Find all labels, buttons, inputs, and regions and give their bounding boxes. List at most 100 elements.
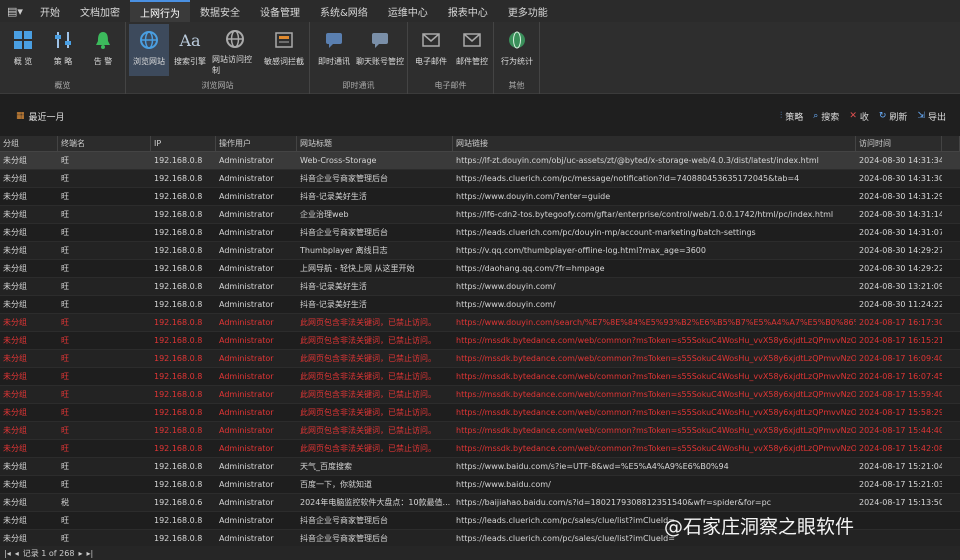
website-access-control-label: 网站访问控制: [212, 55, 252, 75]
table-row[interactable]: 未分组 旺 192.168.0.8 Administrator 此网页包含非法关键词，已…: [0, 350, 960, 368]
email-button[interactable]: 电子邮件: [411, 24, 451, 76]
behavior-stats-button[interactable]: 行为统计: [497, 24, 537, 76]
table-row[interactable]: 未分组 旺 192.168.0.8 Administrator Thumbplayer …: [0, 242, 960, 260]
cell-group: 未分组: [3, 210, 27, 219]
table-row[interactable]: 未分组 旺 192.168.0.8 Administrator 此网页包含非法关键词，已…: [0, 422, 960, 440]
next-page-button[interactable]: ▸: [78, 549, 82, 558]
table-row[interactable]: 未分组 旺 192.168.0.8 Administrator 此网页包含非法关键词，已…: [0, 314, 960, 332]
cell-group: 未分组: [3, 246, 27, 255]
search-icon: ⌕: [813, 111, 819, 121]
column-header[interactable]: 操作用户: [216, 136, 297, 151]
cell-group: 未分组: [3, 516, 27, 525]
group-label-other: 其他: [508, 81, 525, 90]
sensitive-word-button[interactable]: 敏感词拦截: [262, 24, 306, 76]
alert-button[interactable]: 告 警: [83, 24, 123, 76]
column-header[interactable]: 网站链接: [453, 136, 856, 151]
table-row[interactable]: 未分组 旺 192.168.0.8 Administrator 抖音企业号商家管理后台 h…: [0, 170, 960, 188]
cell-group: 未分组: [3, 228, 27, 237]
first-page-button[interactable]: |◂: [4, 549, 11, 558]
cell-title: 抖音企业号商家管理后台: [300, 516, 388, 525]
table-row[interactable]: 未分组 旺 192.168.0.8 Administrator 抖音企业号商家管理后台 h…: [0, 224, 960, 242]
menu-item[interactable]: 报表中心: [438, 0, 498, 22]
table-row[interactable]: 未分组 旺 192.168.0.8 Administrator 此网页包含非法关键词，已…: [0, 440, 960, 458]
cell-term: 旺: [61, 282, 69, 291]
cell-group: 未分组: [3, 282, 27, 291]
app-menu-icon[interactable]: ▤▾: [0, 0, 30, 22]
column-header[interactable]: 访问时间: [856, 136, 942, 151]
prev-page-button[interactable]: ◂: [15, 549, 19, 558]
cell-group: 未分组: [3, 372, 27, 381]
im-button[interactable]: 即时通讯: [314, 24, 354, 76]
menu-item[interactable]: 系统&网络: [310, 0, 378, 22]
table-row[interactable]: 未分组 旺 192.168.0.8 Administrator 企业治理web https…: [0, 206, 960, 224]
cell-title: Web-Cross-Storage: [300, 156, 377, 165]
cell-user: Administrator: [219, 372, 274, 381]
table-row[interactable]: 未分组 旺 192.168.0.8 Administrator 此网页包含非法关键词，已…: [0, 332, 960, 350]
cell-time: 2024-08-17 15:42:08: [859, 444, 942, 453]
column-header[interactable]: IP: [151, 136, 216, 151]
column-header[interactable]: 终端名: [58, 136, 151, 151]
menu-item[interactable]: 文档加密: [70, 0, 130, 22]
cell-user: Administrator: [219, 534, 274, 543]
browse-websites-button[interactable]: 浏览网站: [129, 24, 169, 76]
table-row[interactable]: 未分组 旺 192.168.0.8 Administrator 此网页包含非法关键词，已…: [0, 368, 960, 386]
table-row[interactable]: 未分组 旺 192.168.0.8 Administrator 此网页包含非法关键词，已…: [0, 404, 960, 422]
search-engine-button[interactable]: Aa 搜索引擎: [170, 24, 210, 76]
mail-icon: [419, 28, 443, 52]
menu-item[interactable]: 更多功能: [498, 0, 558, 22]
grid-icon: [11, 28, 35, 52]
cell-ip: 192.168.0.8: [154, 174, 203, 183]
cell-title: 此网页包含非法关键词，已禁止访问。: [300, 408, 436, 417]
search-engine-label: 搜索引擎: [174, 57, 206, 66]
strategy-button[interactable]: 策 略: [43, 24, 83, 76]
clear-button[interactable]: ✕ 收: [849, 110, 869, 123]
header-spacer: [942, 136, 960, 151]
cell-group: 未分组: [3, 354, 27, 363]
cell-title: 此网页包含非法关键词，已禁止访问。: [300, 318, 436, 327]
cell-ip: 192.168.0.6: [154, 498, 203, 507]
cell-title: 天气_百度搜索: [300, 462, 352, 471]
date-range-label: 最近一月: [28, 112, 65, 123]
cell-url: https://leads.cluerich.com/pc/message/no…: [456, 174, 800, 183]
table-row[interactable]: 未分组 旺 192.168.0.8 Administrator 此网页包含非法关键词，已…: [0, 386, 960, 404]
last-page-button[interactable]: ▸|: [86, 549, 93, 558]
table-row[interactable]: 未分组 旺 192.168.0.8 Administrator 上网导航 - 轻快上网 …: [0, 260, 960, 278]
cell-time: 2024-08-30 14:31:30: [859, 174, 942, 183]
strategy-tool-button[interactable]: ⫶ 策略: [780, 110, 803, 123]
sliders-icon: [51, 28, 75, 52]
search-button[interactable]: ⌕ 搜索: [813, 110, 839, 123]
table-row[interactable]: 未分组 旺 192.168.0.8 Administrator Web-Cross-St…: [0, 152, 960, 170]
ribbon-group-overview: 概 览 策 略 告 警 概览: [0, 22, 126, 94]
cell-time: [856, 530, 942, 547]
cell-url: https://www.douyin.com/: [456, 300, 556, 309]
table-row[interactable]: 未分组 旺 192.168.0.8 Administrator 天气_百度搜索 https…: [0, 458, 960, 476]
cell-user: Administrator: [219, 462, 274, 471]
group-label-overview: 概览: [54, 81, 71, 90]
email-control-button[interactable]: 邮件管控: [452, 24, 492, 76]
table-row[interactable]: 未分组 税 192.168.0.6 Administrator 2024年电脑监控软件大…: [0, 494, 960, 512]
table-row[interactable]: 未分组 旺 192.168.0.8 Administrator 百度一下，你就知道 htt…: [0, 476, 960, 494]
cell-ip: 192.168.0.8: [154, 408, 203, 417]
menu-item[interactable]: 开始: [30, 0, 70, 22]
table-row[interactable]: 未分组 旺 192.168.0.8 Administrator 抖音-记录美好生活 htt…: [0, 188, 960, 206]
cell-url: https://baijiahao.baidu.com/s?id=1802179…: [456, 498, 772, 507]
status-bar: |◂ ◂ 记录 1 of 268 ▸ ▸|: [0, 546, 960, 560]
chat-account-control-button[interactable]: 聊天账号管控: [356, 24, 404, 76]
export-icon: ⇲: [917, 111, 925, 121]
overview-button[interactable]: 概 览: [3, 24, 43, 76]
refresh-button[interactable]: ↻ 刷新: [879, 110, 908, 123]
menu-item[interactable]: 上网行为: [130, 0, 190, 22]
menu-item[interactable]: 运维中心: [378, 0, 438, 22]
column-header[interactable]: 网站标题: [297, 136, 453, 151]
cell-term: 旺: [61, 228, 69, 237]
menu-item[interactable]: 数据安全: [190, 0, 250, 22]
cell-title: 抖音-记录美好生活: [300, 300, 367, 309]
column-header[interactable]: 分组: [0, 136, 58, 151]
export-button[interactable]: ⇲ 导出: [917, 110, 946, 123]
cell-time: 2024-08-17 16:09:40: [859, 354, 942, 363]
date-range-selector[interactable]: ▦ 最近一月: [16, 110, 65, 123]
table-row[interactable]: 未分组 旺 192.168.0.8 Administrator 抖音-记录美好生活 htt…: [0, 296, 960, 314]
menu-item[interactable]: 设备管理: [250, 0, 310, 22]
table-row[interactable]: 未分组 旺 192.168.0.8 Administrator 抖音-记录美好生活 htt…: [0, 278, 960, 296]
website-access-control-button[interactable]: 网站访问控制: [212, 24, 258, 76]
